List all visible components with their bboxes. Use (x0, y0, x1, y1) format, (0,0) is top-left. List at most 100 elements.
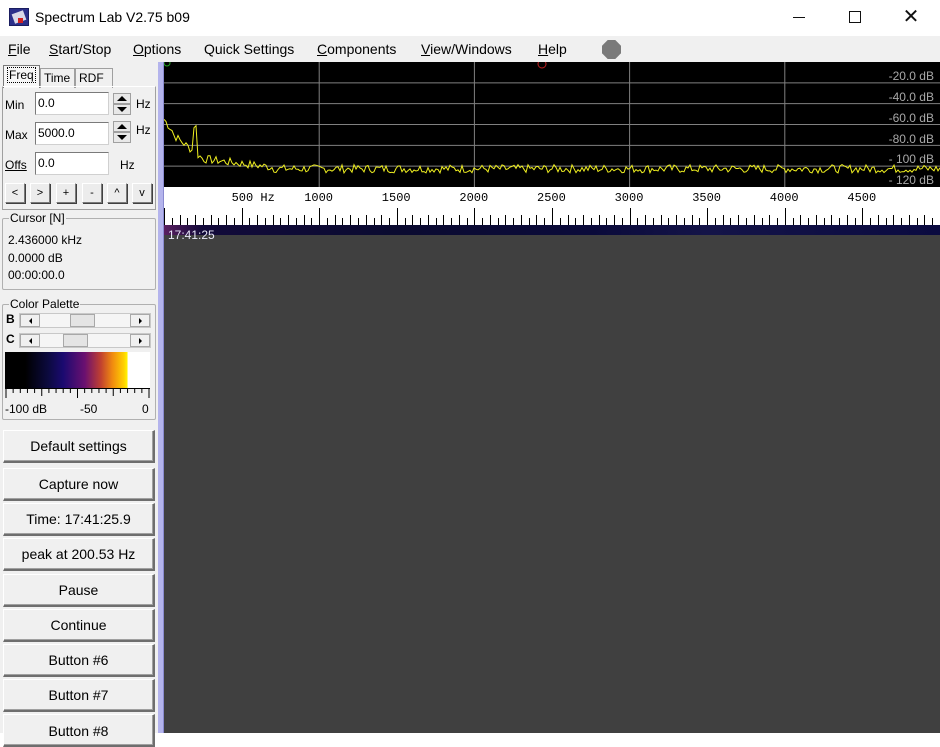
color-palette-bar (5, 352, 150, 388)
scroll-right-button[interactable] (130, 314, 150, 327)
menu-label: elp (548, 41, 567, 57)
menu-accel: C (317, 41, 328, 57)
close-icon: ✕ (902, 6, 920, 28)
palette-label-mid: -50 (80, 402, 98, 416)
menu-bar: File Start/Stop Options Quick Settings C… (0, 36, 940, 62)
level-down-button[interactable]: v (132, 183, 152, 203)
menu-quick-settings[interactable]: Quick Settings (204, 41, 294, 57)
contrast-thumb[interactable] (63, 334, 89, 347)
min-freq-input[interactable]: 0.0 (35, 92, 109, 115)
zoom-in-button[interactable]: + (56, 183, 76, 203)
cursor-marker (537, 62, 547, 69)
arrow-down-icon (117, 135, 127, 140)
db-label: - 120 dB (888, 173, 934, 187)
frequency-scale[interactable]: 500 Hz 1000 1500 2000 2500 3000 3500 4000 4500 (164, 187, 940, 225)
max-freq-spinner[interactable] (113, 121, 131, 143)
time-button[interactable]: Time: 17:41:25.9 (3, 503, 155, 536)
spectrum-display[interactable]: -20.0 dB -40.0 dB -60.0 dB -80.0 dB - 10… (164, 62, 940, 187)
menu-label: ile (16, 41, 31, 57)
cursor-frequency: 2.436000 kHz (8, 233, 83, 247)
spin-down-button[interactable] (113, 104, 131, 115)
arrow-up-icon (117, 96, 127, 101)
button-7[interactable]: Button #7 (3, 679, 155, 712)
maximize-icon (849, 11, 861, 23)
spin-up-button[interactable] (113, 121, 131, 132)
menu-label: iew/Windows (430, 41, 512, 57)
menu-accel: H (538, 41, 549, 57)
tab-label: Freq (7, 67, 36, 83)
scroll-left-button[interactable] (20, 314, 40, 327)
tab-freq[interactable]: Freq (3, 65, 40, 88)
frequency-ticks (164, 208, 933, 225)
zoom-out-button[interactable]: - (82, 183, 102, 203)
cursor-group: Cursor [N] 2.436000 kHz 0.0000 dB 00:00:… (2, 211, 156, 290)
menu-view-windows[interactable]: View/Windows (421, 41, 512, 57)
brightness-slider[interactable] (19, 313, 151, 328)
db-label: -20.0 dB (888, 69, 934, 83)
spin-down-button[interactable] (113, 132, 131, 143)
arrow-left-icon (28, 337, 32, 344)
scroll-left-button[interactable] (20, 334, 40, 347)
db-label: -60.0 dB (888, 111, 934, 125)
button-8[interactable]: Button #8 (3, 714, 155, 747)
db-label: -40.0 dB (888, 90, 934, 104)
minimize-button[interactable] (770, 0, 828, 34)
offset-input[interactable]: 0.0 (35, 152, 109, 175)
db-label: - 100 dB (888, 152, 934, 166)
scroll-right-button[interactable] (130, 334, 150, 347)
menu-accel: F (8, 41, 17, 57)
offs-unit-label: Hz (120, 158, 135, 172)
menu-accel: S (49, 41, 59, 57)
waterfall-timestamp: 17:41:25 (168, 228, 215, 242)
tab-time[interactable]: Time (40, 68, 75, 88)
menu-label: tart/Stop (58, 41, 112, 57)
window-title: Spectrum Lab V2.75 b09 (35, 9, 190, 25)
min-unit-label: Hz (136, 97, 151, 111)
waterfall-latest-line (164, 225, 940, 235)
peak-marker (164, 62, 171, 67)
menu-label: Quick Settings (204, 41, 295, 57)
default-settings-button[interactable]: Default settings (3, 430, 155, 463)
contrast-slider[interactable] (19, 333, 151, 348)
cursor-level: 0.0000 dB (8, 251, 63, 265)
level-up-button[interactable]: ^ (107, 183, 127, 203)
shift-right-button[interactable]: > (30, 183, 50, 203)
menu-components[interactable]: Components (317, 41, 396, 57)
offs-label: Offs (5, 158, 27, 172)
db-label: -80.0 dB (888, 132, 934, 146)
brightness-label: B (6, 312, 15, 326)
menu-file[interactable]: File (8, 41, 31, 57)
menu-options[interactable]: Options (133, 41, 181, 57)
peak-button[interactable]: peak at 200.53 Hz (3, 538, 155, 571)
brightness-thumb[interactable] (70, 314, 96, 327)
cursor-time: 00:00:00.0 (8, 268, 65, 282)
color-palette-title: Color Palette (9, 297, 81, 311)
button-6[interactable]: Button #6 (3, 644, 155, 677)
close-button[interactable]: ✕ (882, 0, 940, 34)
maximize-button[interactable] (826, 0, 884, 34)
palette-scale-ticks (5, 388, 150, 398)
shift-left-button[interactable]: < (5, 183, 25, 203)
spin-up-button[interactable] (113, 93, 131, 104)
tab-label: Time (44, 71, 71, 85)
tab-label: RDF (79, 71, 104, 85)
menu-start-stop[interactable]: Start/Stop (49, 41, 111, 57)
pause-button[interactable]: Pause (3, 574, 155, 607)
arrow-right-icon (138, 317, 142, 324)
waterfall-display[interactable] (164, 235, 940, 733)
continue-button[interactable]: Continue (3, 609, 155, 642)
max-freq-input[interactable]: 5000.0 (35, 122, 109, 145)
menu-label: omponents (327, 41, 397, 57)
menu-accel: O (133, 41, 144, 57)
menu-label: ptions (143, 41, 182, 57)
offs-label-text: Offs (5, 158, 27, 172)
tab-rdf[interactable]: RDF (75, 68, 113, 88)
min-freq-spinner[interactable] (113, 93, 131, 115)
spectrum-graph (164, 62, 940, 187)
min-label: Min (5, 98, 25, 112)
spectrum-trace (164, 119, 940, 175)
max-label: Max (5, 128, 28, 142)
capture-now-button[interactable]: Capture now (3, 468, 155, 501)
menu-help[interactable]: Help (538, 41, 567, 57)
minimize-icon (793, 16, 805, 18)
